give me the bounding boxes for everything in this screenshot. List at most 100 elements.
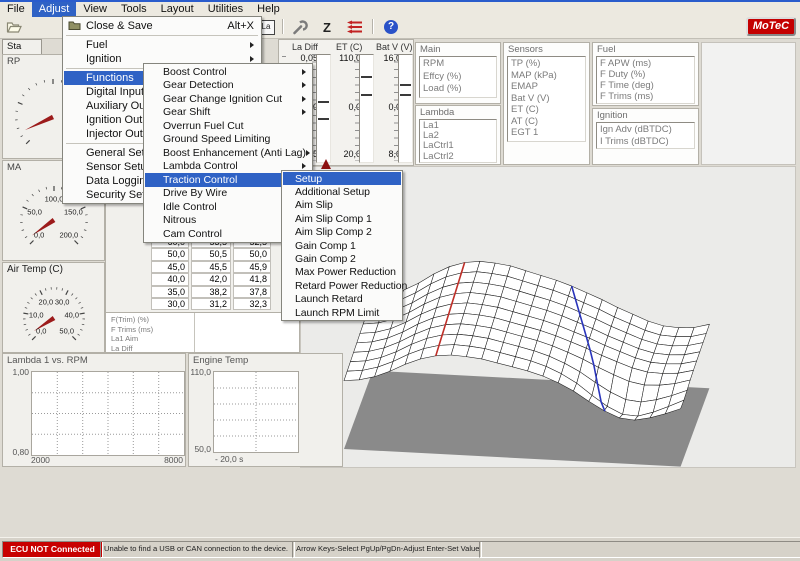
menu-item-label: Gain Comp 2 — [295, 253, 356, 265]
submenu-arrow-icon — [250, 56, 254, 62]
table-cell[interactable]: 32,3 — [233, 298, 271, 310]
menu-item-label: Functions — [86, 72, 134, 84]
fuel-values-list: F APW (ms) F Duty (%) F Time (deg) F Tri… — [596, 56, 695, 104]
menu-item-label: Aim Slip Comp 1 — [295, 213, 372, 225]
menu-item-label: Overrun Fuel Cut — [163, 120, 244, 132]
table-cell[interactable]: 37,8 — [233, 286, 271, 298]
table-cell[interactable]: 45,9 — [233, 261, 271, 273]
table-cell[interactable]: 45,0 — [151, 261, 189, 273]
wrench-icon[interactable] — [288, 18, 310, 36]
menu-item-label: Gain Comp 1 — [295, 240, 356, 252]
menu-item-label: Gear Detection — [163, 79, 234, 91]
menu-item-gear-detection[interactable]: Gear Detection — [145, 79, 311, 93]
menu-item-label: Gear Shift — [163, 106, 210, 118]
gauge-tick-label: 10,0 — [29, 311, 44, 320]
table-cell[interactable]: 30,0 — [151, 298, 189, 310]
menu-item-label: Boost Control — [163, 66, 227, 78]
menu-item-label: Additional Setup — [295, 186, 370, 198]
traction-control-submenu: Setup Additional Setup Aim Slip Aim Slip… — [281, 170, 403, 321]
gauge-tick-label: 40,0 — [64, 311, 79, 320]
menubar-item-view[interactable]: View — [76, 2, 114, 17]
menu-item-aim-slip-comp-2[interactable]: Aim Slip Comp 2 — [283, 226, 401, 239]
menubar-item-file[interactable]: File — [0, 2, 32, 17]
menu-item-gain-comp-2[interactable]: Gain Comp 2 — [283, 252, 401, 265]
table-cell[interactable]: 40,0 — [151, 273, 189, 285]
y-axis-max-label: 1,00 — [7, 367, 29, 377]
menu-item-label: Aim Slip — [295, 199, 333, 211]
gauge-tick-label: 100,0 — [45, 195, 64, 204]
open-folder-icon[interactable] — [3, 18, 25, 36]
table-cell[interactable]: 41,8 — [233, 273, 271, 285]
menu-item-overrun-fuel-cut[interactable]: Overrun Fuel Cut — [145, 119, 311, 133]
list-item: F Duty (%) — [600, 69, 691, 80]
list-item: RPM — [423, 58, 493, 71]
menu-item-boost-enhancement[interactable]: Boost Enhancement (Anti Lag) — [145, 146, 311, 160]
adjust-lines-icon[interactable] — [343, 18, 365, 36]
table-cell[interactable]: 45,5 — [191, 261, 231, 273]
table-cell[interactable]: 50,5 — [191, 248, 231, 260]
menubar-item-tools[interactable]: Tools — [114, 2, 154, 17]
z-tool-icon[interactable]: Z — [316, 18, 338, 36]
x-axis-min-label: 2000 — [31, 455, 50, 465]
list-item: Load (%) — [423, 83, 493, 96]
menu-item-aim-slip-comp-1[interactable]: Aim Slip Comp 1 — [283, 212, 401, 225]
gauge-tick-label: 50,0 — [59, 326, 74, 335]
main-values-panel: Main RPM Effcy (%) Load (%) — [415, 42, 501, 104]
menu-item-fuel[interactable]: Fuel — [64, 38, 260, 52]
menu-item-aim-slip[interactable]: Aim Slip — [283, 199, 401, 212]
sensors-panel-title: Sensors — [508, 44, 543, 55]
legend-item: F Trims (ms) — [106, 325, 299, 335]
menu-item-label: Cam Control — [163, 228, 222, 240]
status-message: Unable to find a USB or CAN connection t… — [100, 541, 295, 558]
trim-legend: F(Trim) (%) F Trims (ms) La1 Aim La Diff — [106, 312, 299, 352]
table-cell[interactable]: 38,2 — [191, 286, 231, 298]
list-item: ET (C) — [511, 104, 582, 116]
sensors-list: TP (%) MAP (kPa) EMAP Bat V (V) ET (C) A… — [507, 56, 586, 142]
list-item: Ign Adv (dBTDC) — [600, 124, 691, 136]
legend-item: F(Trim) (%) — [106, 313, 299, 325]
list-item: F APW (ms) — [600, 58, 691, 69]
table-cell[interactable]: 35,0 — [151, 286, 189, 298]
toolbar-separator — [282, 19, 283, 34]
menu-item-boost-control[interactable]: Boost Control — [145, 65, 311, 79]
gauge-tick-label: 0,0 — [34, 230, 44, 239]
menu-item-gear-shift[interactable]: Gear Shift — [145, 106, 311, 120]
menu-item-label: Max Power Reduction — [295, 266, 396, 278]
menu-item-retard-power-reduction[interactable]: Retard Power Reduction — [283, 279, 401, 292]
batv-bar — [398, 54, 413, 163]
menu-item-ground-speed-limiting[interactable]: Ground Speed Limiting — [145, 133, 311, 147]
menu-item-setup[interactable]: Setup — [283, 172, 401, 185]
menu-item-launch-rpm-limit[interactable]: Launch RPM Limit — [283, 306, 401, 319]
menubar-item-help[interactable]: Help — [250, 2, 287, 17]
et-bar-title: ET (C) — [336, 42, 362, 52]
menubar-item-layout[interactable]: Layout — [154, 2, 201, 17]
tab-standard[interactable]: Sta — [2, 39, 42, 54]
menu-separator — [66, 35, 258, 36]
menubar-item-adjust[interactable]: Adjust — [32, 2, 77, 17]
menubar-item-utilities[interactable]: Utilities — [201, 2, 250, 17]
menu-item-max-power-reduction[interactable]: Max Power Reduction — [283, 266, 401, 279]
fuel-table: 60,0 53,5 52,5 50,0 50,5 50,0 45,0 45,5 … — [151, 236, 271, 310]
menu-item-label: Lambda Control — [163, 160, 238, 172]
submenu-arrow-icon — [302, 163, 306, 169]
folder-icon — [68, 20, 81, 34]
air-temp-gauge: 0,010,020,030,040,050,0 — [3, 277, 104, 353]
table-cell[interactable]: 31,2 — [191, 298, 231, 310]
lambda-panel-title: Lambda — [420, 107, 454, 118]
y-axis-max-label: 110,0 — [189, 367, 211, 377]
help-icon[interactable]: ? — [380, 18, 402, 36]
table-cell[interactable]: 50,0 — [233, 248, 271, 260]
main-values-list: RPM Effcy (%) Load (%) — [419, 56, 497, 98]
menu-item-gain-comp-1[interactable]: Gain Comp 1 — [283, 239, 401, 252]
menu-item-close-save[interactable]: Close & Save Alt+X — [64, 18, 260, 33]
chart-title: Lambda 1 vs. RPM — [7, 355, 88, 366]
menu-item-label: Gear Change Ignition Cut — [163, 93, 282, 105]
menu-item-label: Traction Control — [163, 174, 237, 186]
table-cell[interactable]: 42,0 — [191, 273, 231, 285]
ladiff-bar-title: La Diff — [292, 42, 318, 52]
menu-item-launch-retard[interactable]: Launch Retard — [283, 293, 401, 306]
menu-item-additional-setup[interactable]: Additional Setup — [283, 185, 401, 198]
menu-item-gear-change-ignition-cut[interactable]: Gear Change Ignition Cut — [145, 92, 311, 106]
menu-item-label: Nitrous — [163, 214, 196, 226]
table-cell[interactable]: 50,0 — [151, 248, 189, 260]
